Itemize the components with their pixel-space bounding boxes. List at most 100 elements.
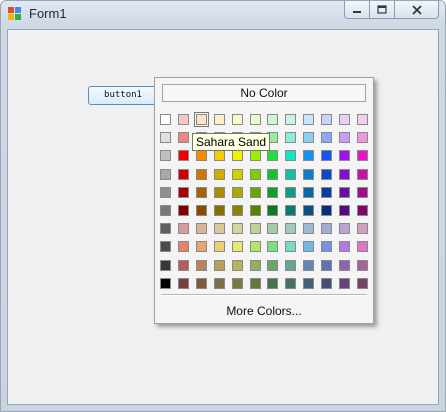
color-swatch[interactable] (267, 260, 278, 271)
color-swatch[interactable] (196, 260, 207, 271)
color-swatch[interactable] (194, 112, 209, 127)
color-swatch[interactable] (267, 114, 278, 125)
color-swatch[interactable] (339, 223, 350, 234)
color-swatch[interactable] (339, 150, 350, 161)
color-swatch[interactable] (285, 187, 296, 198)
color-swatch[interactable] (232, 205, 243, 216)
color-swatch[interactable] (303, 278, 314, 289)
color-swatch[interactable] (178, 260, 189, 271)
color-swatch[interactable] (250, 150, 261, 161)
color-swatch[interactable] (321, 114, 332, 125)
color-swatch[interactable] (267, 241, 278, 252)
color-swatch[interactable] (357, 205, 368, 216)
color-swatch[interactable] (267, 187, 278, 198)
color-swatch[interactable] (339, 260, 350, 271)
color-swatch[interactable] (214, 150, 225, 161)
color-swatch[interactable] (214, 260, 225, 271)
color-swatch[interactable] (214, 205, 225, 216)
color-swatch[interactable] (321, 150, 332, 161)
color-swatch[interactable] (160, 132, 171, 143)
color-swatch[interactable] (160, 241, 171, 252)
color-swatch[interactable] (160, 223, 171, 234)
color-swatch[interactable] (178, 241, 189, 252)
color-swatch[interactable] (357, 278, 368, 289)
color-swatch[interactable] (321, 187, 332, 198)
color-swatch[interactable] (214, 223, 225, 234)
color-swatch[interactable] (339, 205, 350, 216)
color-swatch[interactable] (321, 205, 332, 216)
color-swatch[interactable] (160, 150, 171, 161)
color-swatch[interactable] (267, 223, 278, 234)
color-swatch[interactable] (357, 260, 368, 271)
color-swatch[interactable] (357, 132, 368, 143)
color-swatch[interactable] (160, 278, 171, 289)
color-swatch[interactable] (285, 114, 296, 125)
color-swatch[interactable] (339, 241, 350, 252)
color-swatch[interactable] (160, 114, 171, 125)
color-swatch[interactable] (321, 241, 332, 252)
color-swatch[interactable] (214, 169, 225, 180)
color-swatch[interactable] (321, 223, 332, 234)
color-swatch[interactable] (232, 114, 243, 125)
color-swatch[interactable] (303, 169, 314, 180)
color-swatch[interactable] (232, 187, 243, 198)
color-swatch[interactable] (250, 205, 261, 216)
color-swatch[interactable] (232, 278, 243, 289)
color-swatch[interactable] (214, 187, 225, 198)
color-swatch[interactable] (250, 169, 261, 180)
color-swatch[interactable] (160, 187, 171, 198)
color-swatch[interactable] (232, 223, 243, 234)
color-swatch[interactable] (321, 260, 332, 271)
color-swatch[interactable] (232, 260, 243, 271)
color-swatch[interactable] (303, 150, 314, 161)
color-swatch[interactable] (321, 169, 332, 180)
color-swatch[interactable] (160, 169, 171, 180)
color-swatch[interactable] (250, 241, 261, 252)
color-swatch[interactable] (267, 150, 278, 161)
color-swatch[interactable] (232, 241, 243, 252)
color-swatch[interactable] (303, 114, 314, 125)
color-swatch[interactable] (196, 278, 207, 289)
color-swatch[interactable] (160, 260, 171, 271)
no-color-button[interactable]: No Color (162, 84, 366, 102)
color-swatch[interactable] (178, 278, 189, 289)
color-swatch[interactable] (178, 114, 189, 125)
color-swatch[interactable] (178, 187, 189, 198)
color-swatch[interactable] (196, 205, 207, 216)
color-swatch[interactable] (339, 187, 350, 198)
color-swatch[interactable] (250, 260, 261, 271)
color-swatch[interactable] (267, 169, 278, 180)
color-swatch[interactable] (178, 169, 189, 180)
color-swatch[interactable] (285, 169, 296, 180)
color-swatch[interactable] (303, 187, 314, 198)
color-swatch[interactable] (321, 132, 332, 143)
color-swatch[interactable] (267, 278, 278, 289)
color-swatch[interactable] (178, 150, 189, 161)
color-swatch[interactable] (196, 241, 207, 252)
color-swatch[interactable] (285, 260, 296, 271)
color-swatch[interactable] (285, 241, 296, 252)
color-swatch[interactable] (232, 150, 243, 161)
more-colors-button[interactable]: More Colors... (162, 302, 366, 320)
color-swatch[interactable] (285, 150, 296, 161)
color-swatch[interactable] (250, 223, 261, 234)
color-swatch[interactable] (339, 278, 350, 289)
color-swatch[interactable] (357, 223, 368, 234)
color-swatch[interactable] (321, 278, 332, 289)
color-swatch[interactable] (214, 114, 225, 125)
maximize-button[interactable] (370, 1, 395, 19)
color-swatch[interactable] (232, 169, 243, 180)
color-swatch[interactable] (357, 241, 368, 252)
color-swatch[interactable] (250, 278, 261, 289)
color-swatch[interactable] (214, 241, 225, 252)
color-swatch[interactable] (339, 169, 350, 180)
color-swatch[interactable] (285, 132, 296, 143)
color-swatch[interactable] (285, 223, 296, 234)
color-swatch[interactable] (250, 114, 261, 125)
color-swatch[interactable] (160, 205, 171, 216)
color-swatch[interactable] (178, 223, 189, 234)
color-swatch[interactable] (357, 187, 368, 198)
button1[interactable]: button1 (88, 86, 158, 105)
title-bar[interactable]: Form1 (1, 1, 445, 27)
minimize-button[interactable] (344, 1, 370, 19)
